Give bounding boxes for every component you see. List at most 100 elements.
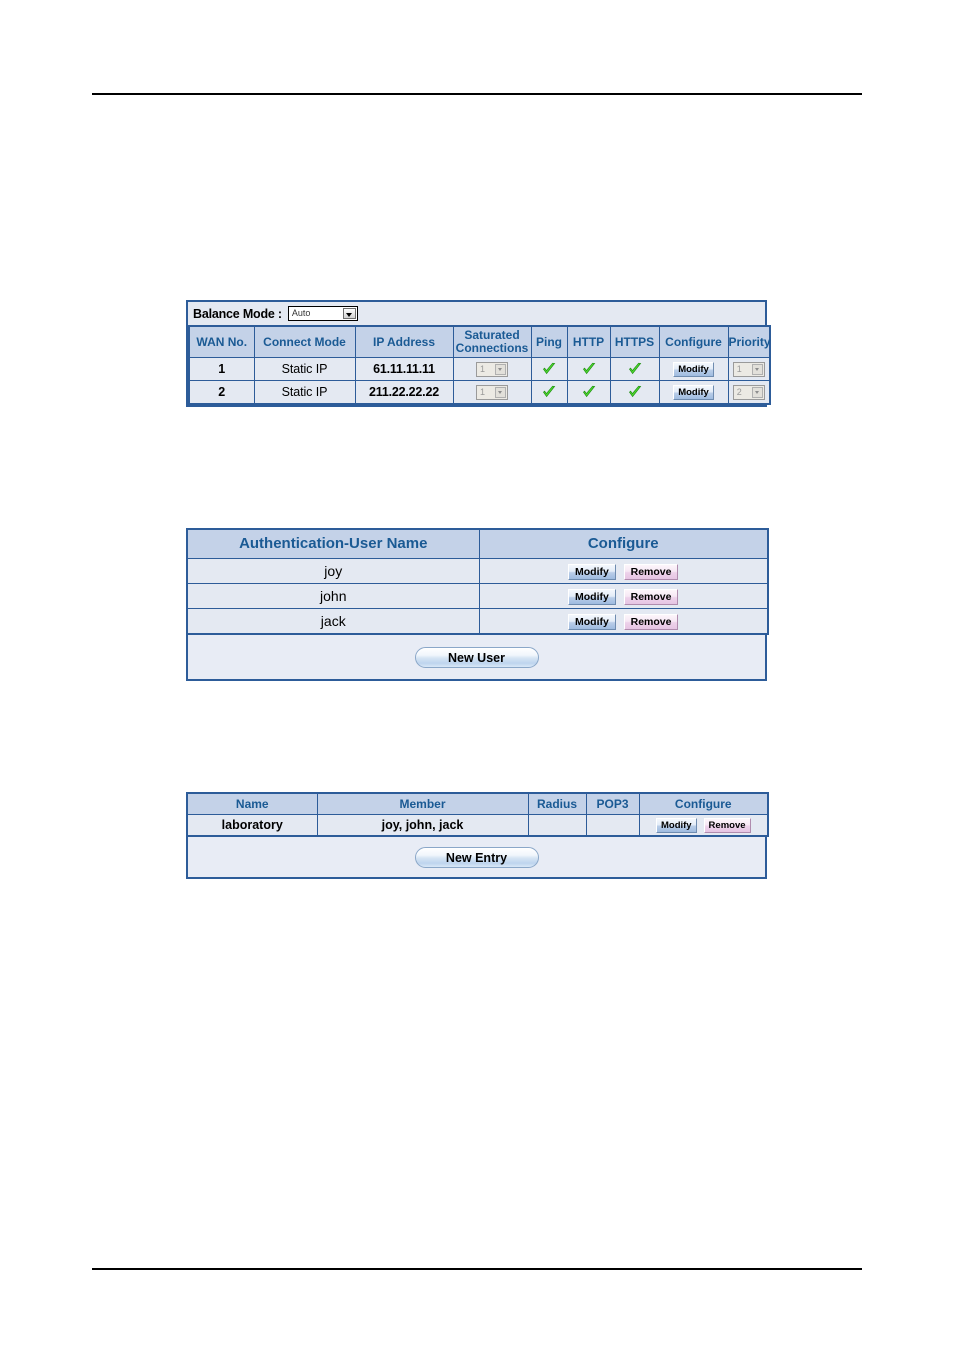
column-header-connect-mode: Connect Mode [253,325,356,358]
saturated-connections-select[interactable]: 1 [476,384,508,400]
connect-mode-cell: Static IP [253,380,356,405]
priority-value: 1 [736,363,742,374]
priority-cell: 2 [727,380,771,405]
column-header-http: HTTP [566,325,611,358]
ip-address-cell: 61.11.11.11 [354,357,454,381]
priority-cell: 1 [727,357,771,381]
new-user-button[interactable]: New User [414,647,539,668]
column-header-authentication-user-name: Authentication-User Name [186,528,480,559]
group-table: Name Member Radius POP3 Configure labora… [186,792,769,837]
column-header-https: HTTPS [609,325,660,358]
configure-cell: Modify Remove [478,558,769,584]
column-header-configure: Configure [658,325,729,358]
chevron-down-icon[interactable] [495,363,506,375]
authentication-user-footer: New User [186,635,767,681]
group-footer: New Entry [186,837,767,879]
wan-balance-panel: Balance Mode : Auto WAN No. Connect Mode… [186,300,771,407]
page-footer-rule [92,1268,862,1270]
configure-cell: Modify [658,357,729,381]
new-entry-button[interactable]: New Entry [414,847,539,868]
auth-table-header-row: Authentication-User Name Configure [186,528,769,559]
wan-table-header-row: WAN No. Connect Mode IP Address Saturate… [188,325,771,358]
check-icon [541,361,557,377]
wan-no-cell: 1 [188,357,255,381]
column-header-radius: Radius [527,792,587,815]
table-row: joy Modify Remove [186,558,769,584]
column-header-configure: Configure [638,792,769,815]
group-member-cell: joy, john, jack [316,814,529,837]
configure-cell: Modify Remove [638,814,769,837]
remove-button[interactable]: Remove [703,818,751,833]
column-header-member: Member [316,792,529,815]
connect-mode-cell: Static IP [253,357,356,381]
configure-cell: Modify Remove [478,583,769,609]
balance-mode-selected-value: Auto [291,308,311,318]
balance-mode-select[interactable]: Auto [287,306,358,321]
modify-button[interactable]: Modify [655,818,697,833]
remove-button[interactable]: Remove [623,589,679,605]
column-header-name: Name [186,792,318,815]
saturated-connections-value: 1 [480,386,486,397]
ping-cell [530,357,568,381]
table-row: jack Modify Remove [186,608,769,635]
wan-table: WAN No. Connect Mode IP Address Saturate… [188,325,771,405]
check-icon [627,384,643,400]
http-cell [566,380,611,405]
wan-no-cell: 2 [188,380,255,405]
group-pop3-cell [585,814,640,837]
check-icon [541,384,557,400]
column-header-ping: Ping [530,325,568,358]
user-name-cell: john [186,583,480,609]
saturated-connections-select[interactable]: 1 [476,361,508,377]
table-row: laboratory joy, john, jack Modify Remove [186,814,769,837]
configure-cell: Modify Remove [478,608,769,635]
saturated-line-2: Connections [455,341,529,355]
modify-button[interactable]: Modify [568,614,616,630]
chevron-down-icon[interactable] [751,386,763,398]
group-radius-cell [527,814,587,837]
column-header-ip-address: IP Address [354,325,454,358]
balance-mode-bar: Balance Mode : Auto [188,302,765,325]
user-name-cell: jack [186,608,480,635]
column-header-wan-no: WAN No. [188,325,255,358]
table-row: 1 Static IP 61.11.11.11 1 Modify 1 [188,357,771,381]
group-panel: Name Member Radius POP3 Configure labora… [186,792,769,879]
column-header-saturated-connections: Saturated Connections [452,325,532,358]
http-cell [566,357,611,381]
ip-address-cell: 211.22.22.22 [354,380,454,405]
https-cell [609,380,660,405]
column-header-configure: Configure [478,528,769,559]
priority-select[interactable]: 2 [732,384,765,400]
user-name-cell: joy [186,558,480,584]
group-table-header-row: Name Member Radius POP3 Configure [186,792,769,815]
check-icon [627,361,643,377]
authentication-user-table: Authentication-User Name Configure joy M… [186,528,769,635]
table-row: john Modify Remove [186,583,769,609]
check-icon [581,384,597,400]
remove-button[interactable]: Remove [623,614,679,630]
ping-cell [530,380,568,405]
saturated-connections-value: 1 [480,363,486,374]
https-cell [609,357,660,381]
modify-button[interactable]: Modify [673,362,714,377]
saturated-connections-cell: 1 [452,380,532,405]
page-header-rule [92,93,862,95]
table-row: 2 Static IP 211.22.22.22 1 Modify 2 [188,380,771,405]
priority-value: 2 [736,386,742,397]
priority-select[interactable]: 1 [732,361,765,377]
chevron-down-icon[interactable] [342,308,356,319]
chevron-down-icon[interactable] [751,363,763,375]
modify-button[interactable]: Modify [568,589,616,605]
column-header-priority: Priority [727,325,771,358]
balance-mode-label: Balance Mode : [193,306,282,321]
remove-button[interactable]: Remove [623,564,679,580]
configure-cell: Modify [658,380,729,405]
authentication-user-panel: Authentication-User Name Configure joy M… [186,528,769,681]
group-name-cell: laboratory [186,814,318,837]
modify-button[interactable]: Modify [568,564,616,580]
saturated-connections-cell: 1 [452,357,532,381]
column-header-pop3: POP3 [585,792,640,815]
modify-button[interactable]: Modify [673,385,714,400]
chevron-down-icon[interactable] [495,386,506,398]
check-icon [581,361,597,377]
